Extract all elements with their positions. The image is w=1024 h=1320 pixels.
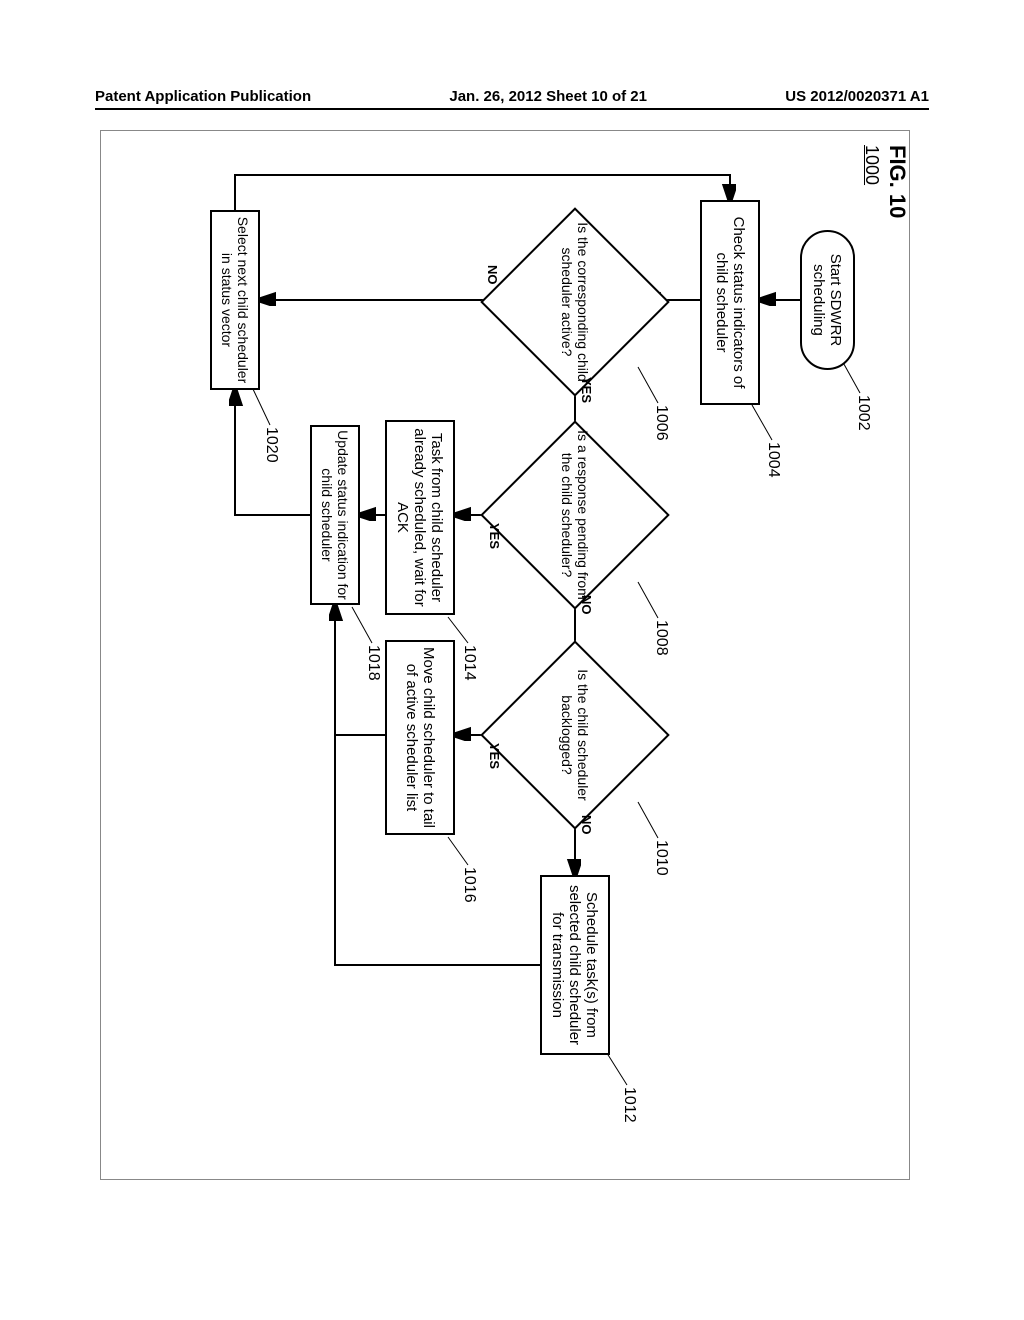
decision-pending-text: Is a response pending from the child sch… — [508, 428, 642, 602]
flowchart-diagram: FIG. 10 1000 — [0, 145, 900, 935]
page-header: Patent Application Publication Jan. 26, … — [0, 88, 1024, 105]
ref-1016: 1016 — [460, 867, 478, 903]
ref-1006: 1006 — [652, 405, 670, 441]
select-next-node: Select next child scheduler in status ve… — [210, 210, 260, 390]
move-tail-node: Move child scheduler to tail of active s… — [385, 640, 455, 835]
start-text: Start SDWRR scheduling — [811, 232, 845, 368]
edge-no-1006: NO — [485, 265, 500, 285]
decision-pending: Is a response pending from the child sch… — [508, 448, 642, 582]
decision-active-text: Is the corresponding child scheduler act… — [508, 215, 642, 389]
edge-yes-1010: YES — [487, 743, 502, 769]
select-next-text: Select next child scheduler in status ve… — [219, 212, 251, 388]
ref-1010: 1010 — [652, 840, 670, 876]
ref-1018: 1018 — [364, 645, 382, 681]
edge-no-1008: NO — [579, 595, 594, 615]
move-tail-text: Move child scheduler to tail of active s… — [403, 642, 437, 833]
header-right: US 2012/0020371 A1 — [785, 88, 929, 105]
decision-backlogged-text: Is the child scheduler backlogged? — [508, 648, 642, 822]
check-status-text: Check status indicators of child schedul… — [713, 202, 747, 403]
decision-backlogged: Is the child scheduler backlogged? — [508, 668, 642, 802]
edge-yes-1008: YES — [487, 523, 502, 549]
ref-1002: 1002 — [854, 395, 872, 431]
schedule-task-node: Schedule task(s) from selected child sch… — [540, 875, 610, 1055]
ref-1004: 1004 — [764, 442, 782, 478]
ref-1008: 1008 — [652, 620, 670, 656]
ref-1014: 1014 — [460, 645, 478, 681]
already-scheduled-text: Task from child scheduler already schedu… — [395, 422, 446, 613]
check-status-node: Check status indicators of child schedul… — [700, 200, 760, 405]
edge-yes-1006: YES — [579, 377, 594, 403]
update-status-text: Update status indication for child sched… — [319, 427, 351, 603]
header-left: Patent Application Publication — [95, 88, 311, 105]
update-status-node: Update status indication for child sched… — [310, 425, 360, 605]
ref-1012: 1012 — [620, 1087, 638, 1123]
edge-no-1010: NO — [579, 815, 594, 835]
ref-1020: 1020 — [262, 427, 280, 463]
schedule-task-text: Schedule task(s) from selected child sch… — [550, 877, 601, 1053]
decision-active: Is the corresponding child scheduler act… — [508, 235, 642, 369]
header-center: Jan. 26, 2012 Sheet 10 of 21 — [449, 88, 647, 105]
already-scheduled-node: Task from child scheduler already schedu… — [385, 420, 455, 615]
header-rule — [95, 108, 929, 110]
start-node: Start SDWRR scheduling — [800, 230, 855, 370]
